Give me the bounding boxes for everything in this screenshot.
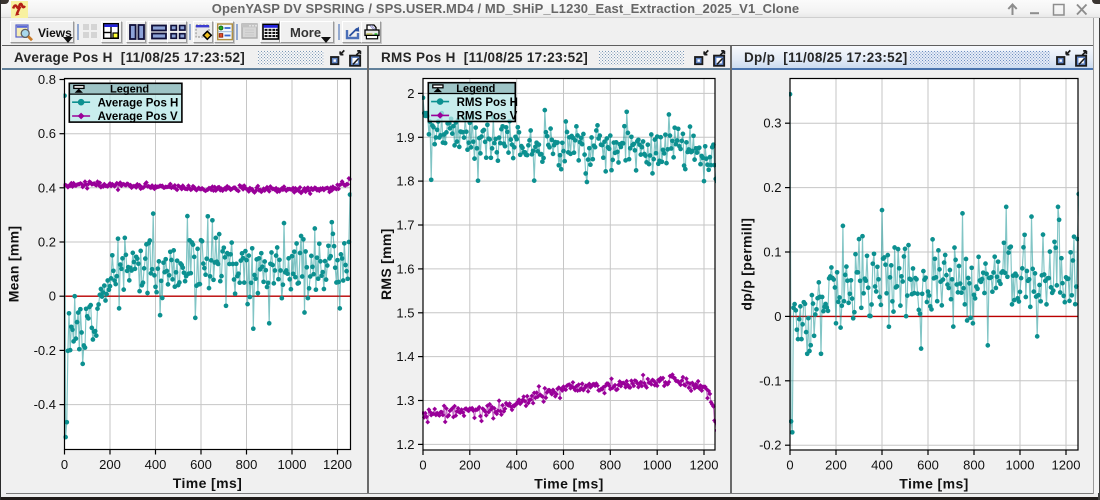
svg-text:Time [ms]: Time [ms] bbox=[899, 476, 968, 492]
svg-text:Average Pos H: Average Pos H bbox=[98, 97, 179, 109]
svg-text:Time [ms]: Time [ms] bbox=[173, 475, 242, 491]
svg-text:0.1: 0.1 bbox=[763, 245, 781, 260]
svg-text:1000: 1000 bbox=[278, 457, 307, 472]
svg-text:1.3: 1.3 bbox=[396, 393, 414, 408]
svg-text:RMS Pos H: RMS Pos H bbox=[457, 97, 518, 109]
svg-text:1.4: 1.4 bbox=[396, 349, 414, 364]
svg-text:1.5: 1.5 bbox=[396, 305, 414, 320]
svg-text:1200: 1200 bbox=[323, 457, 352, 472]
svg-text:400: 400 bbox=[506, 458, 528, 473]
svg-text:1.9: 1.9 bbox=[396, 130, 414, 145]
svg-text:800: 800 bbox=[599, 458, 621, 473]
svg-text:0.4: 0.4 bbox=[38, 180, 56, 195]
svg-text:-0.4: -0.4 bbox=[34, 397, 56, 412]
svg-text:0.6: 0.6 bbox=[38, 126, 56, 141]
svg-text:200: 200 bbox=[459, 458, 481, 473]
svg-text:1.8: 1.8 bbox=[396, 174, 414, 189]
svg-text:-0.2: -0.2 bbox=[759, 438, 781, 453]
svg-text:-0.2: -0.2 bbox=[34, 343, 56, 358]
svg-text:1200: 1200 bbox=[690, 458, 719, 473]
svg-text:2: 2 bbox=[407, 86, 414, 101]
svg-text:0: 0 bbox=[786, 458, 793, 473]
svg-text:-0.1: -0.1 bbox=[759, 373, 781, 388]
svg-text:400: 400 bbox=[145, 457, 167, 472]
svg-text:0: 0 bbox=[419, 458, 426, 473]
svg-text:0.3: 0.3 bbox=[763, 116, 781, 131]
svg-text:0.2: 0.2 bbox=[763, 180, 781, 195]
svg-text:0: 0 bbox=[49, 289, 56, 304]
svg-text:800: 800 bbox=[236, 457, 258, 472]
svg-text:0.2: 0.2 bbox=[38, 235, 56, 250]
svg-text:800: 800 bbox=[963, 458, 985, 473]
svg-text:0: 0 bbox=[61, 457, 68, 472]
svg-text:600: 600 bbox=[917, 458, 939, 473]
svg-text:600: 600 bbox=[190, 457, 212, 472]
svg-text:Time [ms]: Time [ms] bbox=[534, 476, 603, 492]
svg-text:0: 0 bbox=[774, 309, 781, 324]
svg-text:Mean [mm]: Mean [mm] bbox=[6, 226, 22, 303]
svg-text:600: 600 bbox=[553, 458, 575, 473]
svg-text:1000: 1000 bbox=[1006, 458, 1035, 473]
svg-text:0.8: 0.8 bbox=[38, 72, 56, 87]
svg-text:1200: 1200 bbox=[1052, 458, 1081, 473]
svg-text:200: 200 bbox=[99, 457, 121, 472]
svg-text:RMS [mm]: RMS [mm] bbox=[378, 228, 394, 300]
svg-text:1.6: 1.6 bbox=[396, 261, 414, 276]
svg-text:1.7: 1.7 bbox=[396, 218, 414, 233]
svg-text:200: 200 bbox=[825, 458, 847, 473]
svg-text:400: 400 bbox=[871, 458, 893, 473]
svg-text:dp/p [permill]: dp/p [permill] bbox=[739, 218, 755, 311]
svg-text:1.2: 1.2 bbox=[396, 437, 414, 452]
svg-text:1000: 1000 bbox=[643, 458, 672, 473]
